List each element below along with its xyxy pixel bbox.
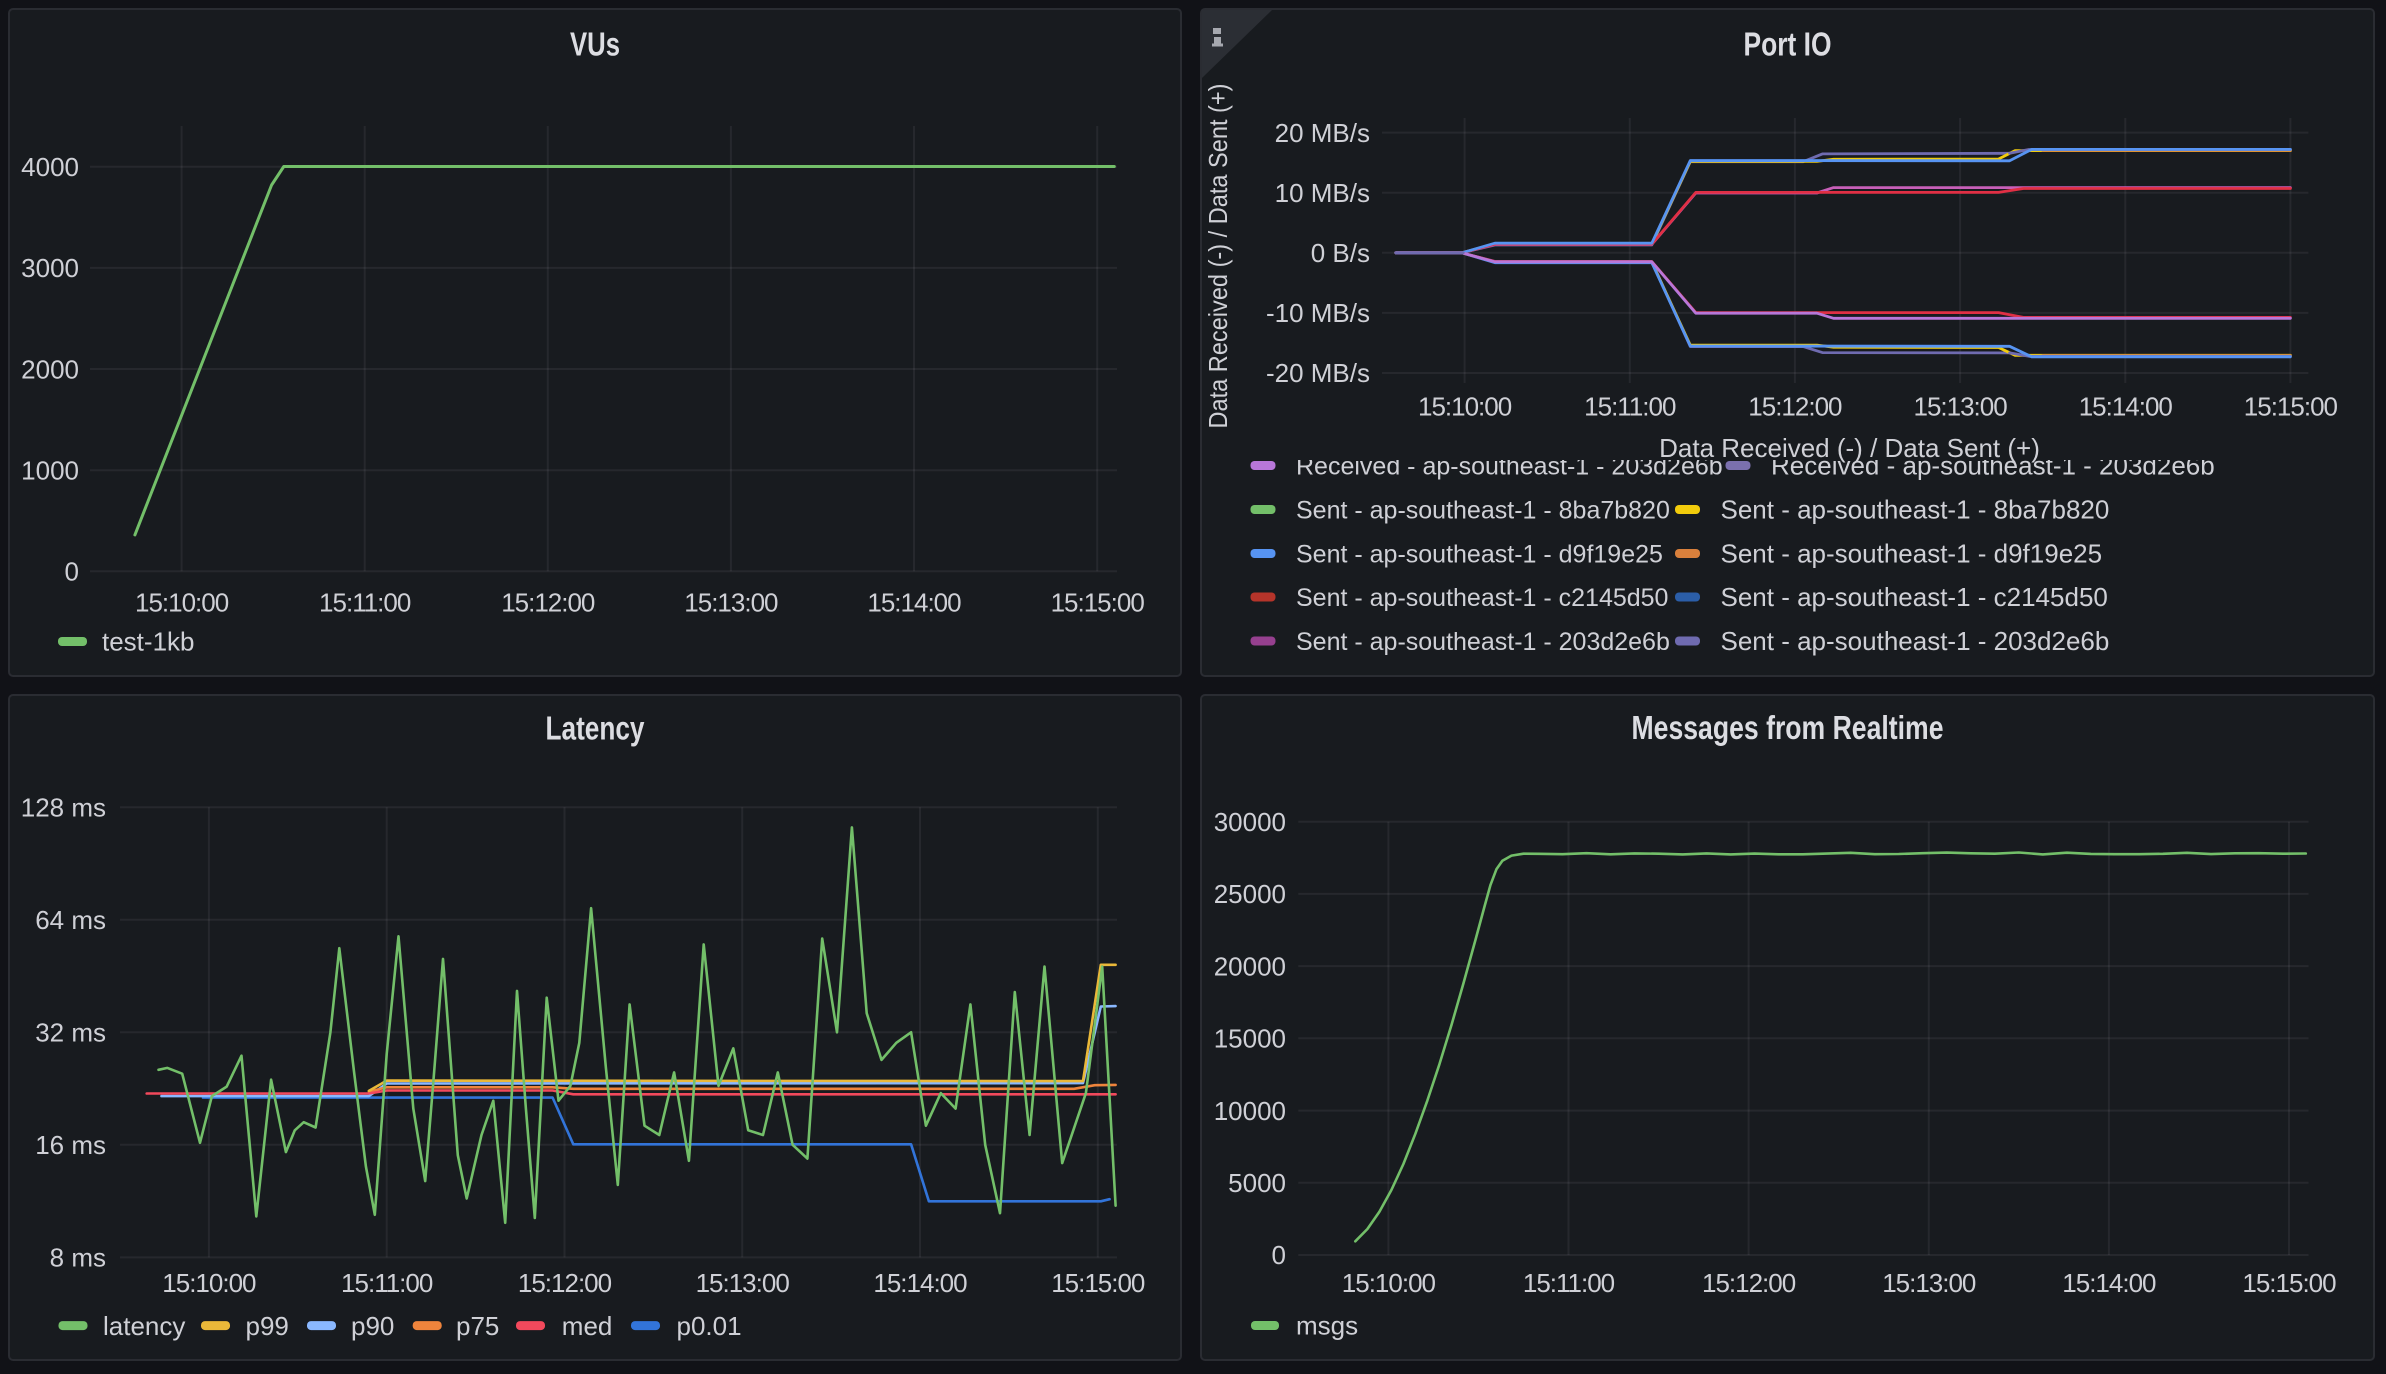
svg-text:15000: 15000 bbox=[1214, 1024, 1286, 1054]
svg-text:15:15:00: 15:15:00 bbox=[2244, 392, 2338, 422]
svg-text:20 MB/s: 20 MB/s bbox=[1275, 118, 1370, 148]
svg-text:15:13:00: 15:13:00 bbox=[1913, 392, 2007, 422]
svg-text:Sent - ap-southeast-1 - c2145d: Sent - ap-southeast-1 - c2145d50 bbox=[1296, 584, 1668, 612]
svg-text:15:12:00: 15:12:00 bbox=[1748, 392, 1842, 422]
svg-text:Sent - ap-southeast-1 - 203d2e: Sent - ap-southeast-1 - 203d2e6b bbox=[1296, 628, 1670, 656]
svg-text:15:10:00: 15:10:00 bbox=[162, 1268, 256, 1298]
svg-text:-10 MB/s: -10 MB/s bbox=[1266, 298, 1370, 328]
svg-text:15:13:00: 15:13:00 bbox=[684, 588, 778, 618]
svg-text:15:12:00: 15:12:00 bbox=[501, 588, 595, 618]
svg-text:3000: 3000 bbox=[21, 253, 79, 283]
svg-text:Sent - ap-southeast-1 - c2145d: Sent - ap-southeast-1 - c2145d50 bbox=[1721, 582, 2108, 612]
svg-text:med: med bbox=[562, 1311, 613, 1341]
svg-text:latency: latency bbox=[103, 1311, 185, 1341]
svg-text:test-1kb: test-1kb bbox=[102, 627, 195, 657]
svg-text:30000: 30000 bbox=[1214, 807, 1286, 837]
svg-text:15:11:00: 15:11:00 bbox=[1584, 392, 1676, 422]
svg-text:15:15:00: 15:15:00 bbox=[1051, 1268, 1145, 1298]
svg-text:0: 0 bbox=[1272, 1240, 1286, 1270]
svg-text:Port IO: Port IO bbox=[1744, 26, 1832, 63]
svg-text:VUs: VUs bbox=[570, 26, 620, 63]
svg-text:10 MB/s: 10 MB/s bbox=[1275, 178, 1370, 208]
svg-text:5000: 5000 bbox=[1228, 1168, 1286, 1198]
svg-text:0: 0 bbox=[65, 557, 79, 587]
svg-text:15:14:00: 15:14:00 bbox=[873, 1268, 967, 1298]
svg-text:Sent - ap-southeast-1 - d9f19e: Sent - ap-southeast-1 - d9f19e25 bbox=[1721, 539, 2103, 569]
svg-text:15:10:00: 15:10:00 bbox=[135, 588, 229, 618]
svg-text:msgs: msgs bbox=[1296, 1311, 1358, 1341]
svg-text:15:11:00: 15:11:00 bbox=[1523, 1268, 1615, 1298]
svg-text:8 ms: 8 ms bbox=[50, 1243, 106, 1273]
svg-text:p99: p99 bbox=[246, 1311, 289, 1341]
svg-text:2000: 2000 bbox=[21, 354, 79, 384]
svg-text:0 B/s: 0 B/s bbox=[1311, 238, 1370, 268]
svg-text:15:12:00: 15:12:00 bbox=[518, 1268, 612, 1298]
svg-text:-20 MB/s: -20 MB/s bbox=[1266, 358, 1370, 388]
svg-text:15:15:00: 15:15:00 bbox=[2242, 1268, 2336, 1298]
svg-text:Sent - ap-southeast-1 - 8ba7b8: Sent - ap-southeast-1 - 8ba7b820 bbox=[1721, 495, 2110, 525]
svg-text:15:14:00: 15:14:00 bbox=[867, 588, 961, 618]
svg-text:15:11:00: 15:11:00 bbox=[319, 588, 411, 618]
svg-text:Messages from Realtime: Messages from Realtime bbox=[1632, 709, 1944, 746]
svg-text:64 ms: 64 ms bbox=[35, 905, 106, 935]
svg-text:25000: 25000 bbox=[1214, 879, 1286, 909]
svg-text:Data Received (-) / Data Sent: Data Received (-) / Data Sent (+) bbox=[1203, 84, 1233, 429]
svg-text:15:13:00: 15:13:00 bbox=[696, 1268, 790, 1298]
svg-text:p90: p90 bbox=[351, 1311, 394, 1341]
svg-text:15:14:00: 15:14:00 bbox=[2079, 392, 2173, 422]
svg-text:10000: 10000 bbox=[1214, 1096, 1286, 1126]
svg-text:15:14:00: 15:14:00 bbox=[2062, 1268, 2156, 1298]
svg-text:p75: p75 bbox=[456, 1311, 499, 1341]
svg-text:1000: 1000 bbox=[21, 455, 79, 485]
svg-text:Sent - ap-southeast-1 - 203d2e: Sent - ap-southeast-1 - 203d2e6b bbox=[1721, 626, 2110, 656]
svg-text:Data Received (-) / Data Sent: Data Received (-) / Data Sent (+) bbox=[1659, 433, 2040, 463]
svg-text:p0.01: p0.01 bbox=[677, 1311, 742, 1341]
svg-text:15:11:00: 15:11:00 bbox=[341, 1268, 433, 1298]
svg-text:128 ms: 128 ms bbox=[21, 792, 106, 822]
svg-text:20000: 20000 bbox=[1214, 951, 1286, 981]
svg-text:4000: 4000 bbox=[21, 152, 79, 182]
svg-text:15:10:00: 15:10:00 bbox=[1418, 392, 1512, 422]
svg-text:Sent - ap-southeast-1 - 8ba7b8: Sent - ap-southeast-1 - 8ba7b820 bbox=[1296, 496, 1670, 524]
svg-text:32 ms: 32 ms bbox=[35, 1018, 106, 1048]
svg-text:Latency: Latency bbox=[546, 710, 646, 747]
svg-text:Sent - ap-southeast-1 - d9f19e: Sent - ap-southeast-1 - d9f19e25 bbox=[1296, 540, 1663, 568]
svg-text:16 ms: 16 ms bbox=[35, 1130, 106, 1160]
svg-text:15:15:00: 15:15:00 bbox=[1051, 588, 1145, 618]
svg-text:15:10:00: 15:10:00 bbox=[1342, 1268, 1436, 1298]
svg-text:15:12:00: 15:12:00 bbox=[1702, 1268, 1796, 1298]
svg-text:15:13:00: 15:13:00 bbox=[1882, 1268, 1976, 1298]
